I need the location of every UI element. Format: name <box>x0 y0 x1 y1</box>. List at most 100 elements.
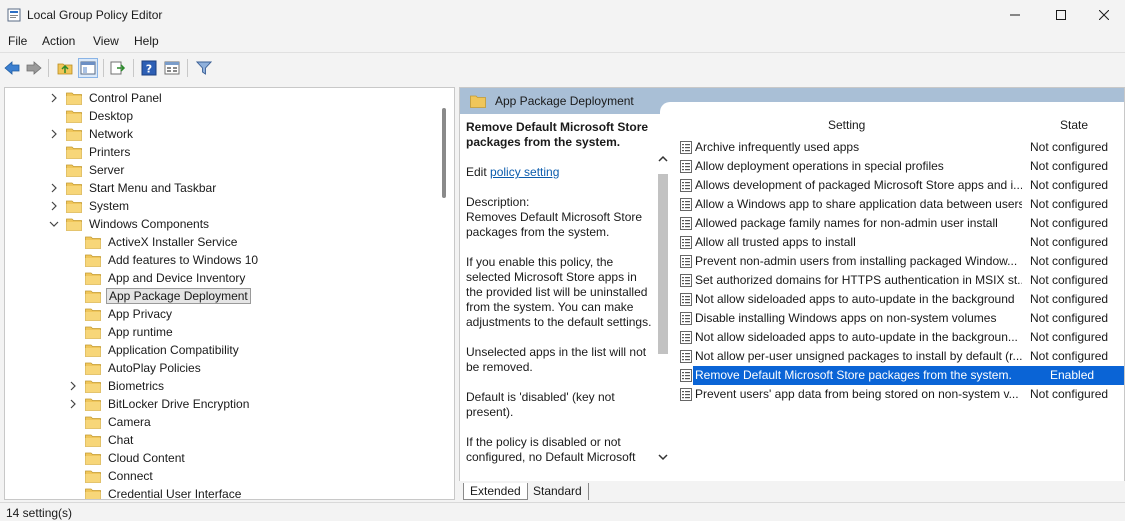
tree-item-label: Start Menu and Taskbar <box>89 181 217 195</box>
folder-icon <box>66 110 82 123</box>
setting-row[interactable]: Remove Default Microsoft Store packages … <box>674 366 1124 385</box>
folder-icon <box>85 326 101 339</box>
column-header-setting[interactable]: Setting <box>828 118 865 136</box>
tree-item-label: Application Compatibility <box>108 343 239 357</box>
folder-icon <box>85 290 101 303</box>
maximize-button[interactable] <box>1038 0 1084 30</box>
filter-button[interactable] <box>194 58 214 78</box>
scroll-up-icon[interactable] <box>657 152 669 166</box>
tree-item[interactable]: AutoPlay Policies <box>67 359 203 377</box>
tab-extended[interactable]: Extended <box>463 483 528 500</box>
tree-item[interactable]: BitLocker Drive Encryption <box>67 395 251 413</box>
description-paragraph: If the policy is disabled or not configu… <box>466 435 636 464</box>
folder-icon <box>85 236 101 249</box>
chevron-right-icon[interactable] <box>48 200 60 212</box>
details-pane: App Package Deployment Remove Default Mi… <box>459 87 1125 500</box>
setting-row[interactable]: Set authorized domains for HTTPS authent… <box>674 271 1124 290</box>
tree-item-label: Desktop <box>89 109 134 123</box>
tree-item[interactable]: Control Panel <box>48 89 164 107</box>
tree-item[interactable]: Biometrics <box>67 377 166 395</box>
chevron-right-icon[interactable] <box>67 398 79 410</box>
setting-state: Not configured <box>1030 292 1109 306</box>
policy-setting-icon <box>680 388 692 401</box>
description-scrollbar[interactable] <box>656 152 670 482</box>
setting-row[interactable]: Allow all trusted apps to install Not con… <box>674 233 1124 252</box>
setting-row[interactable]: Allow deployment operations in special p… <box>674 157 1124 176</box>
export-list-button[interactable] <box>108 58 128 78</box>
setting-state: Not configured <box>1030 273 1109 287</box>
minimize-button[interactable] <box>992 0 1038 30</box>
close-button[interactable] <box>1081 0 1125 30</box>
column-header-state[interactable]: State <box>1060 118 1088 136</box>
scroll-down-icon[interactable] <box>657 450 669 464</box>
tab-standard[interactable]: Standard <box>527 483 589 500</box>
back-button[interactable] <box>2 58 22 78</box>
menu-action[interactable]: Action <box>42 34 75 48</box>
setting-row[interactable]: Prevent users' app data from being store… <box>674 385 1124 404</box>
help-button[interactable]: ? <box>139 58 159 78</box>
setting-name: Not allow per-user unsigned packages to … <box>695 349 1022 363</box>
description-paragraph: Default is 'disabled' (key not present). <box>466 390 615 419</box>
tree-scrollbar[interactable] <box>442 108 446 198</box>
tree-item[interactable]: Chat <box>67 431 135 449</box>
properties-button[interactable] <box>162 58 182 78</box>
tree-item[interactable]: Application Compatibility <box>67 341 241 359</box>
tree-item[interactable]: Cloud Content <box>67 449 187 467</box>
setting-row[interactable]: Archive infrequently used apps Not config… <box>674 138 1124 157</box>
setting-row[interactable]: Not allow sideloaded apps to auto-update… <box>674 328 1124 347</box>
tree-item[interactable]: Camera <box>67 413 153 431</box>
tree-item[interactable]: App runtime <box>67 323 175 341</box>
menu-help[interactable]: Help <box>134 34 159 48</box>
folder-icon <box>85 380 101 393</box>
up-one-level-button[interactable] <box>55 58 75 78</box>
setting-row[interactable]: Prevent non-admin users from installing … <box>674 252 1124 271</box>
description-scroll-thumb[interactable] <box>658 174 668 354</box>
setting-row[interactable]: Allows development of packaged Microsoft… <box>674 176 1124 195</box>
folder-icon <box>85 488 101 499</box>
tree-item[interactable]: App Privacy <box>67 305 174 323</box>
tree-item-label: AutoPlay Policies <box>108 361 201 375</box>
tree-item[interactable]: Network <box>48 125 135 143</box>
setting-name: Allow a Windows app to share application… <box>695 197 1022 211</box>
help-icon: ? <box>141 60 157 76</box>
setting-name: Not allow sideloaded apps to auto-update… <box>695 292 1015 306</box>
chevron-right-icon[interactable] <box>67 380 79 392</box>
menu-view[interactable]: View <box>93 34 119 48</box>
tree-item[interactable]: ActiveX Installer Service <box>67 233 239 251</box>
chevron-right-icon[interactable] <box>48 92 60 104</box>
tree-item[interactable]: System <box>48 197 131 215</box>
folder-icon <box>85 344 101 357</box>
policy-setting-link[interactable]: policy setting <box>490 165 559 179</box>
policy-setting-icon <box>680 255 692 268</box>
policy-tree[interactable]: Control Panel Desktop Network Printers Serve… <box>4 87 455 500</box>
chevron-right-icon[interactable] <box>48 128 60 140</box>
setting-state: Not configured <box>1030 311 1109 325</box>
tree-item[interactable]: Connect <box>67 467 155 485</box>
setting-state: Not configured <box>1030 254 1109 268</box>
tree-item[interactable]: Server <box>48 161 126 179</box>
setting-row[interactable]: Allow a Windows app to share application… <box>674 195 1124 214</box>
menu-file[interactable]: File <box>8 34 27 48</box>
setting-row[interactable]: Disable installing Windows apps on non-s… <box>674 309 1124 328</box>
setting-row[interactable]: Not allow per-user unsigned packages to … <box>674 347 1124 366</box>
setting-row[interactable]: Not allow sideloaded apps to auto-update… <box>674 290 1124 309</box>
tree-item[interactable]: App and Device Inventory <box>67 269 247 287</box>
chevron-down-icon[interactable] <box>48 218 60 230</box>
tree-item[interactable]: Start Menu and Taskbar <box>48 179 218 197</box>
tree-item[interactable]: App Package Deployment <box>67 287 251 305</box>
folder-icon <box>470 95 486 108</box>
tree-item[interactable]: Desktop <box>48 107 135 125</box>
setting-row[interactable]: Allowed package family names for non-adm… <box>674 214 1124 233</box>
chevron-right-icon[interactable] <box>48 182 60 194</box>
description-text: Removes Default Microsoft Store packages… <box>466 210 643 239</box>
tree-item[interactable]: Printers <box>48 143 132 161</box>
tree-item[interactable]: Windows Components <box>48 215 211 233</box>
tree-item[interactable]: Credential User Interface <box>67 485 243 499</box>
folder-icon <box>66 92 82 105</box>
tree-item[interactable]: Add features to Windows 10 <box>67 251 260 269</box>
setting-state: Not configured <box>1030 216 1109 230</box>
forward-button[interactable] <box>24 58 44 78</box>
show-hide-tree-button[interactable] <box>78 58 98 78</box>
